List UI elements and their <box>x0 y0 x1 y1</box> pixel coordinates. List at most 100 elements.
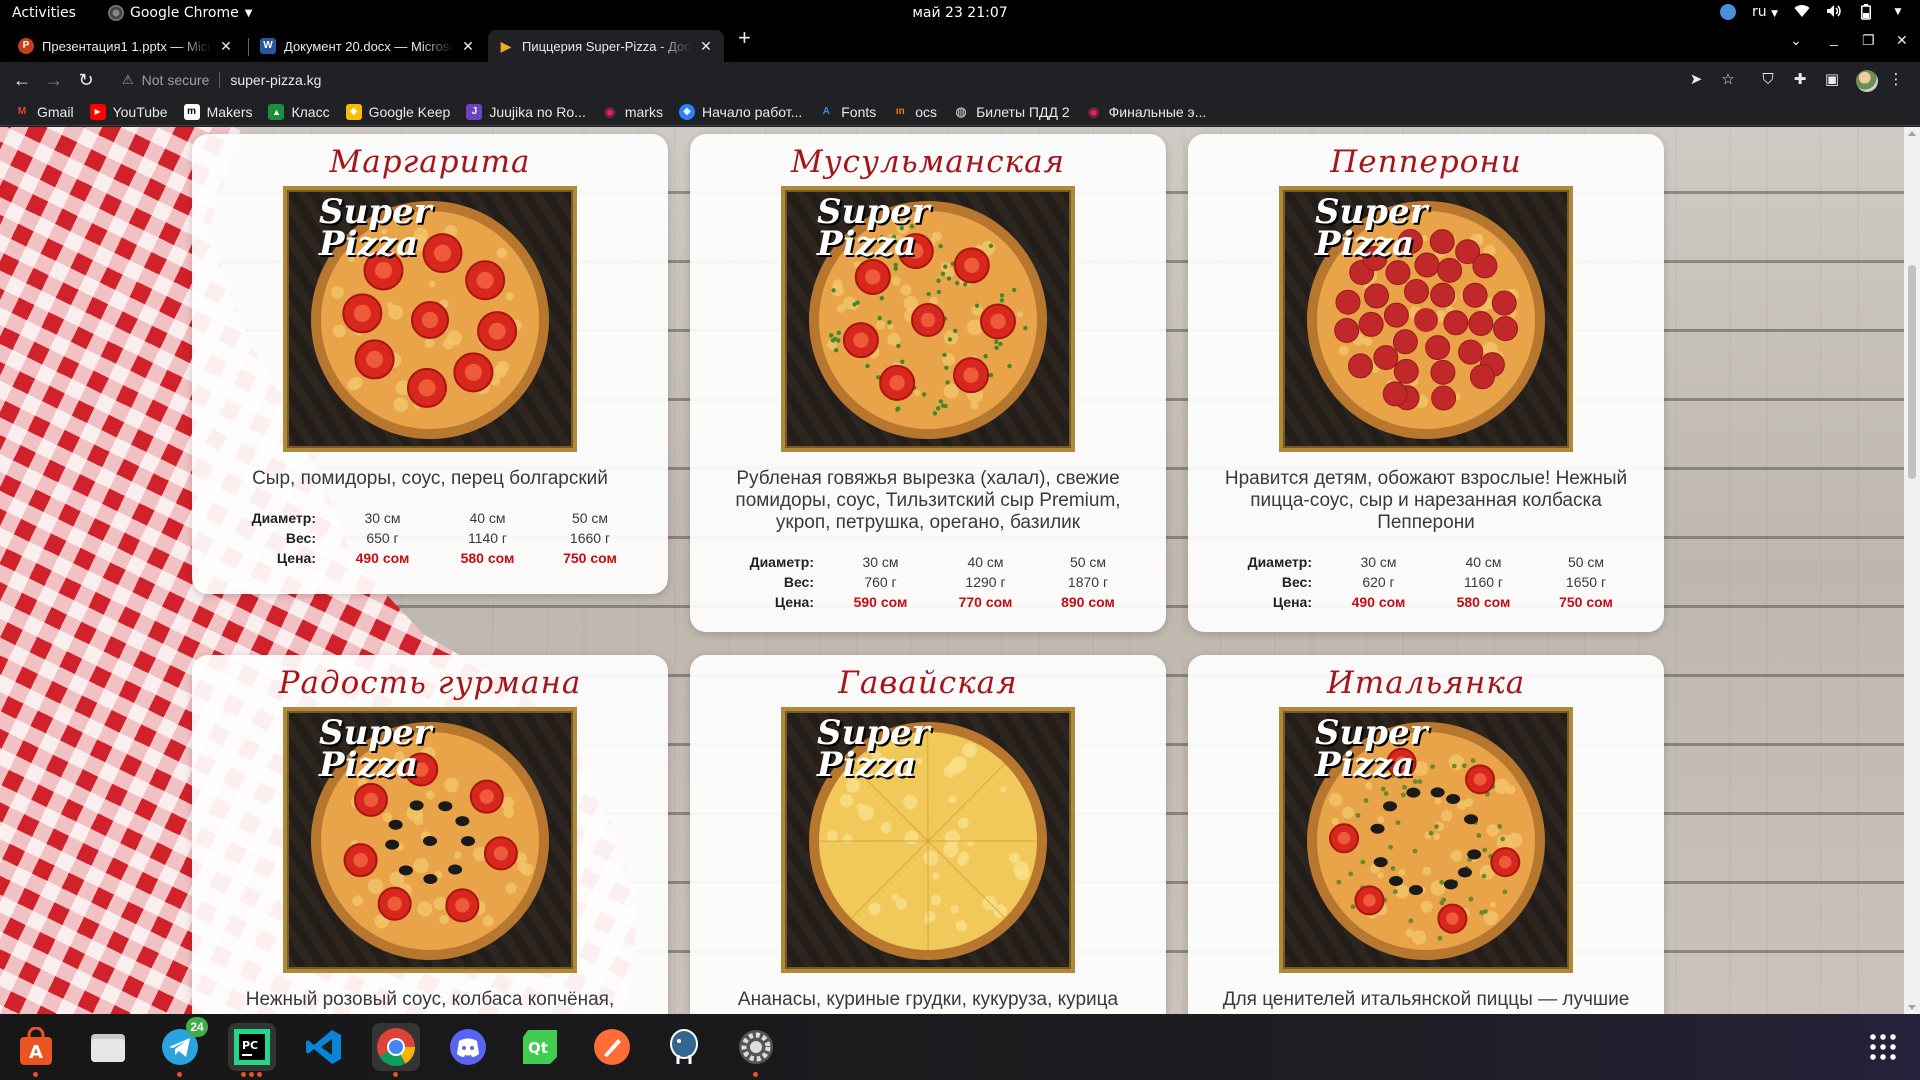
scrollbar-thumb[interactable] <box>1908 265 1916 479</box>
bookmark-fonts[interactable]: A Fonts <box>818 104 877 120</box>
star-icon[interactable]: ☆ <box>1718 70 1738 90</box>
volume-icon[interactable] <box>1826 4 1842 20</box>
bookmark-makers[interactable]: m Makers <box>183 103 252 120</box>
battery-icon[interactable] <box>1858 4 1874 20</box>
kebab-menu-icon[interactable]: ⋮ <box>1886 70 1906 90</box>
bookmark-juujika[interactable]: J Juujika no Ro... <box>466 103 586 120</box>
bookmark-nachalo[interactable]: ◆ Начало работ... <box>678 103 802 120</box>
pizza-card[interactable]: Гавайская Super Pizza Ананасы, куриные гр… <box>690 655 1166 1014</box>
super-pizza-logo: Super Pizza <box>795 195 930 261</box>
cheese-spot <box>417 901 433 917</box>
activities-button[interactable]: Activities <box>12 5 76 21</box>
pizza-photo[interactable]: Super Pizza <box>1279 186 1573 452</box>
address-bar[interactable]: ⚠ Not secure super-pizza.kg <box>110 66 1680 94</box>
price-value[interactable]: 750 сом <box>1536 592 1636 612</box>
price-value[interactable]: 580 сом <box>435 548 540 568</box>
language-indicator[interactable]: ru ▼ <box>1752 4 1778 20</box>
close-window-icon[interactable]: ✕ <box>1896 32 1908 49</box>
bookmark-klass[interactable]: ▲ Класс <box>268 103 330 120</box>
telegram-icon[interactable]: 24 <box>156 1017 208 1077</box>
pycharm-icon[interactable]: PC <box>228 1023 276 1077</box>
pizza-photo[interactable]: Super Pizza <box>781 707 1075 973</box>
back-icon[interactable]: ← <box>10 68 34 92</box>
vscode-icon[interactable] <box>300 1023 348 1071</box>
price-value[interactable]: 890 сом <box>1038 592 1138 612</box>
herb-fleck <box>1468 896 1474 902</box>
herb-fleck <box>936 278 941 284</box>
pizza-description: Нравится детям, обожают взрослые! Нежный… <box>1224 468 1628 533</box>
pizza-card[interactable]: Пепперони Super Pizza Нравится детям, обо… <box>1188 134 1664 632</box>
price-value[interactable]: 490 сом <box>1326 592 1431 612</box>
reload-icon[interactable]: ↻ <box>74 68 98 92</box>
power-menu-icon[interactable]: ▼ <box>1890 4 1906 20</box>
files-icon[interactable] <box>84 1023 132 1071</box>
pizza-photo[interactable]: Super Pizza <box>781 186 1075 452</box>
extensions-icon[interactable]: ✚ <box>1790 70 1810 90</box>
scroll-up-icon[interactable] <box>1908 131 1916 136</box>
pizza-photo[interactable]: Super Pizza <box>283 186 577 452</box>
settings-icon[interactable] <box>732 1023 780 1077</box>
bookmark-finalnye[interactable]: ◉ Финальные э... <box>1086 104 1206 120</box>
shield-icon[interactable]: ⛉ <box>1758 70 1778 90</box>
pizza-photo[interactable]: Super Pizza <box>1279 707 1573 973</box>
close-tab-icon[interactable]: ✕ <box>460 38 476 55</box>
wifi-icon[interactable] <box>1794 4 1810 20</box>
app-menu[interactable]: Google Chrome ▼ <box>108 5 252 21</box>
chrome-icon[interactable] <box>372 1023 420 1077</box>
bookmark-youtube[interactable]: ▶ YouTube <box>89 103 168 120</box>
close-tab-icon[interactable]: ✕ <box>698 38 714 55</box>
pgadmin-icon[interactable] <box>660 1023 708 1071</box>
close-tab-icon[interactable]: ✕ <box>218 38 234 55</box>
tab-word[interactable]: W Документ 20.docx — Microsoft Word Onli… <box>250 30 486 62</box>
clock[interactable]: май 23 21:07 <box>0 5 1920 21</box>
tab-super-pizza[interactable]: ▶ Пиццерия Super-Pizza - Доставка пиццы … <box>488 30 724 62</box>
cheese-spot <box>904 830 919 845</box>
warning-icon[interactable]: ⚠ <box>122 72 134 88</box>
system-tray[interactable]: ru ▼ ▼ <box>1719 4 1906 20</box>
security-status[interactable]: Not secure <box>142 72 210 88</box>
restore-icon[interactable]: ❐ <box>1862 32 1875 49</box>
show-applications-icon[interactable] <box>1868 1032 1898 1062</box>
keyboard-layout-icon[interactable] <box>1719 4 1736 20</box>
bookmark-google-keep[interactable]: ◆ Google Keep <box>345 103 450 120</box>
cheese-spot <box>496 247 507 259</box>
tab-powerpoint[interactable]: P Презентация1 1.pptx — Microsoft PowerP… <box>8 30 244 62</box>
url-text[interactable]: super-pizza.kg <box>230 72 321 88</box>
pizza-card[interactable]: Радость гурмана Super Pizza Нежный розовы… <box>192 655 668 1014</box>
price-value[interactable]: 490 сом <box>330 548 435 568</box>
bookmark-ocs[interactable]: ın ocs <box>892 104 937 120</box>
qt-creator-icon[interactable]: Qt <box>516 1023 564 1071</box>
price-value[interactable]: 770 сом <box>933 592 1038 612</box>
postman-icon[interactable] <box>588 1023 636 1071</box>
discord-icon[interactable] <box>444 1023 492 1071</box>
bookmark-marks[interactable]: ◉ marks <box>602 104 663 120</box>
diameter-label: Диаметр: <box>749 554 814 570</box>
cheese-spot <box>413 857 429 874</box>
minimize-icon[interactable]: _ <box>1830 30 1838 46</box>
globe-icon: ◍ <box>955 103 967 119</box>
scroll-down-icon[interactable] <box>1908 1005 1916 1010</box>
price-value[interactable]: 580 сом <box>1431 592 1536 612</box>
tab-search-icon[interactable]: ⌄ <box>1790 32 1802 49</box>
price-label: Цена: <box>774 594 814 610</box>
ubuntu-software-icon[interactable]: A <box>12 1023 60 1077</box>
bookmark-gmail[interactable]: M Gmail <box>14 104 74 120</box>
pizza-card[interactable]: Маргарита Super Pizza Сыр, помидоры, соус… <box>192 134 668 594</box>
profile-avatar[interactable] <box>1856 70 1878 92</box>
weight-value: 1660 г <box>569 530 611 546</box>
tomato-center <box>853 332 869 348</box>
herb-fleck <box>1355 813 1361 818</box>
herb-fleck <box>921 392 927 397</box>
send-icon[interactable]: ➤ <box>1686 70 1706 90</box>
pizza-card[interactable]: Итальянка Super Pizza Для ценителей италь… <box>1188 655 1664 1014</box>
pizza-photo[interactable]: Super Pizza <box>283 707 577 973</box>
side-panel-icon[interactable]: ▣ <box>1822 70 1842 90</box>
forward-icon[interactable]: → <box>42 68 66 92</box>
page-scrollbar[interactable] <box>1904 127 1920 1014</box>
pizza-card[interactable]: Мусульманская Super Pizza Рубленая говяжь… <box>690 134 1166 632</box>
bookmark-bilety[interactable]: ◍ Билеты ПДД 2 <box>953 103 1069 120</box>
price-value[interactable]: 750 сом <box>540 548 640 568</box>
new-tab-button[interactable]: + <box>738 27 751 49</box>
bookmarks-bar: M Gmail ▶ YouTube m Makers ▲ Класс ◆ Google K… <box>0 98 1920 126</box>
price-value[interactable]: 590 сом <box>828 592 933 612</box>
